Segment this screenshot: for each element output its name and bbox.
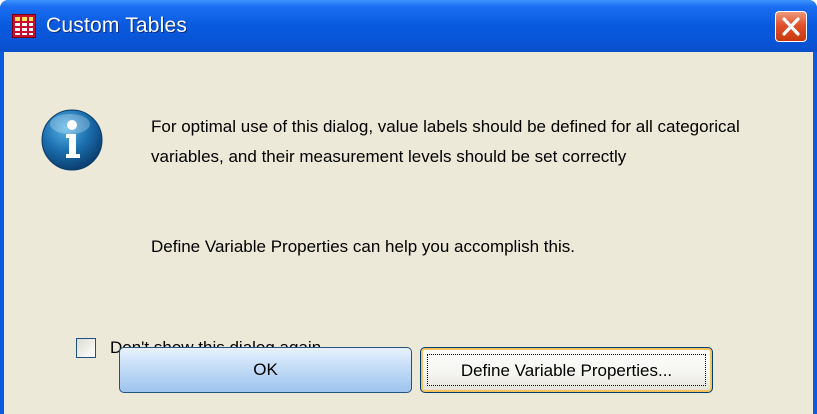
- dialog-hint: Define Variable Properties can help you …: [151, 237, 575, 256]
- checkbox-square[interactable]: [76, 338, 96, 358]
- info-icon: [41, 109, 103, 171]
- table-grid-icon: [12, 14, 36, 38]
- define-button-label: Define Variable Properties...: [427, 354, 706, 386]
- close-button[interactable]: [775, 11, 807, 42]
- dialog-message: For optimal use of this dialog, value la…: [151, 117, 740, 166]
- dialog-window: Custom Tables For optimal use of this di…: [0, 0, 817, 414]
- title-bar[interactable]: Custom Tables: [0, 0, 817, 52]
- ok-button[interactable]: OK: [119, 347, 412, 393]
- define-variable-properties-button[interactable]: Define Variable Properties...: [420, 347, 713, 393]
- window-title: Custom Tables: [46, 14, 188, 37]
- close-icon: [782, 17, 800, 36]
